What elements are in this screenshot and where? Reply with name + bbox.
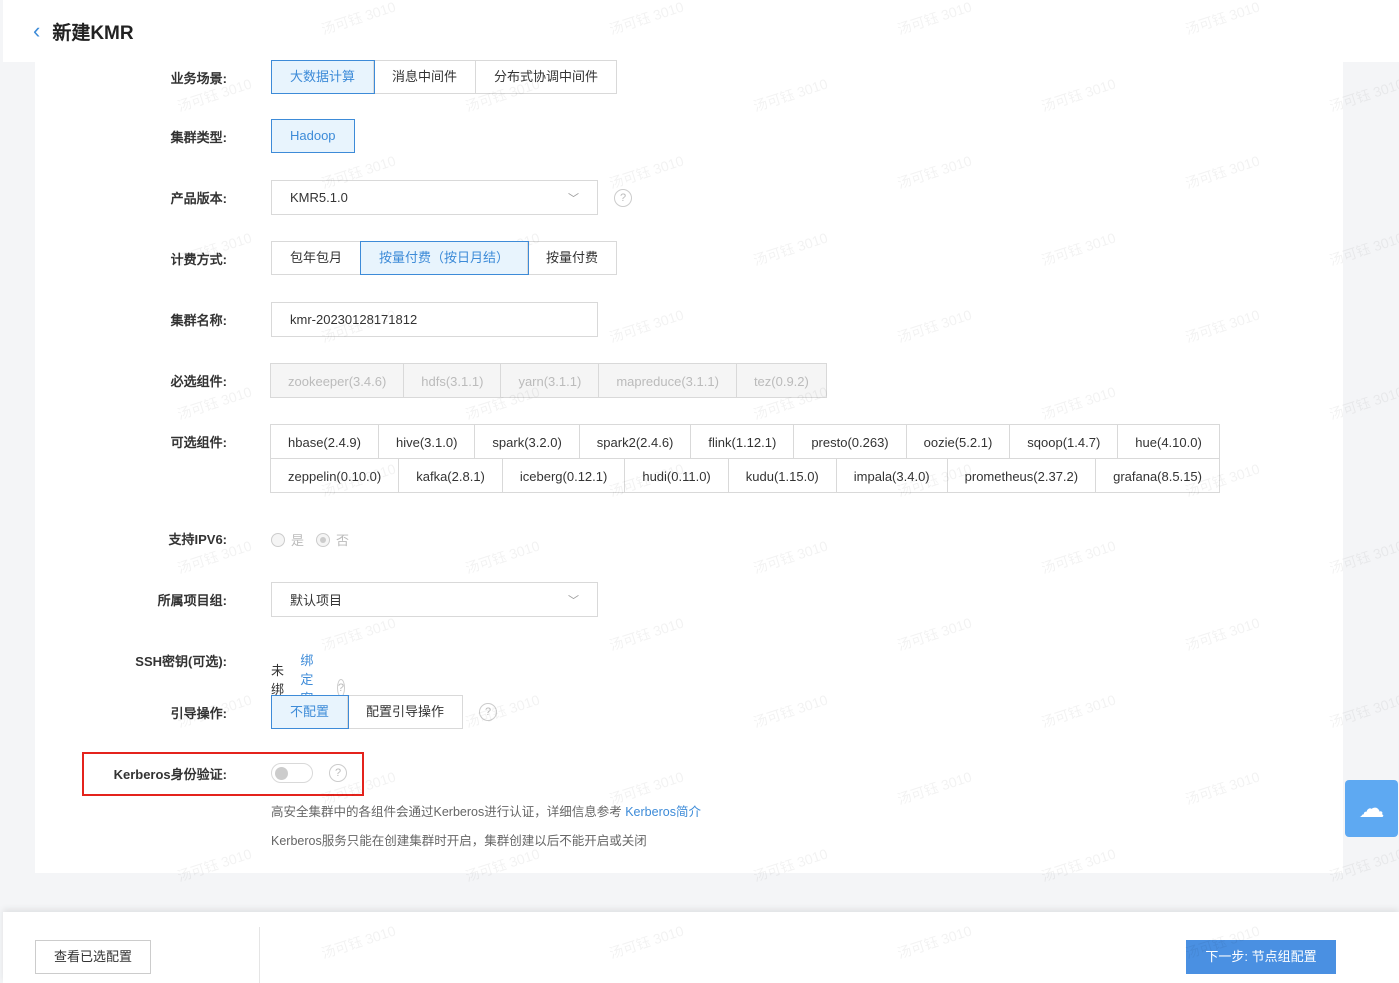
row-bootstrap: 引导操作: 不配置 配置引导操作 ? <box>35 695 498 729</box>
component-tag[interactable]: zeppelin(0.10.0) <box>270 458 400 493</box>
row-required: 必选组件: zookeeper(3.4.6) hdfs(3.1.1) yarn(3.… <box>35 363 827 398</box>
project-value: 默认项目 <box>290 593 343 608</box>
view-config-button[interactable]: 查看已选配置 <box>35 940 151 974</box>
scene-option[interactable]: 消息中间件 <box>374 61 477 93</box>
component-tag: tez(0.9.2) <box>735 363 827 398</box>
billing-selector: 包年包月 按量付费（按日月结） 按量付费 <box>271 241 618 275</box>
bootstrap-option[interactable]: 配置引导操作 <box>348 696 462 728</box>
component-tag[interactable]: hue(4.10.0) <box>1117 424 1220 459</box>
component-tag: hdfs(3.1.1) <box>403 363 502 398</box>
version-value: KMR5.1.0 <box>290 190 348 205</box>
back-icon[interactable]: ‹ <box>33 18 40 44</box>
component-tag: zookeeper(3.4.6) <box>270 363 405 398</box>
bootstrap-selector: 不配置 配置引导操作 <box>270 695 464 729</box>
cluster-type-selector: Hadoop <box>271 119 355 153</box>
row-version: 产品版本: KMR5.1.0 ﹀ ? <box>35 180 632 215</box>
billing-option[interactable]: 按量付费 <box>528 242 616 274</box>
component-tag[interactable]: flink(1.12.1) <box>690 424 795 459</box>
component-tag[interactable]: impala(3.4.0) <box>835 458 948 493</box>
ipv6-yes-radio[interactable]: 是 <box>271 530 304 549</box>
label: 产品版本: <box>170 191 227 206</box>
scene-option[interactable]: 大数据计算 <box>270 60 376 94</box>
row-ssh: SSH密钥(可选): 未绑定 绑定密钥 ? <box>35 650 346 725</box>
radio-label: 否 <box>336 533 350 548</box>
chevron-down-icon: ﹀ <box>568 594 579 607</box>
component-tag[interactable]: sqoop(1.4.7) <box>1009 424 1119 459</box>
help-icon[interactable]: ? <box>614 188 632 207</box>
component-tag[interactable]: presto(0.263) <box>793 424 907 459</box>
component-tag[interactable]: kafka(2.8.1) <box>398 458 503 493</box>
project-select[interactable]: 默认项目 ﹀ <box>271 582 598 617</box>
component-tag: mapreduce(3.1.1) <box>598 363 737 398</box>
note-text: 高安全集群中的各组件会通过Kerberos进行认证，详细信息参考 <box>271 805 622 819</box>
footer: 查看已选配置 下一步: 节点组配置 <box>3 912 1399 983</box>
component-tag[interactable]: spark2(2.4.6) <box>578 424 692 459</box>
row-scene: 业务场景: 大数据计算 消息中间件 分布式协调中间件 <box>35 60 618 94</box>
component-tag: yarn(3.1.1) <box>500 363 600 398</box>
row-ipv6: 支持IPV6: 是 否 <box>35 528 349 549</box>
highlight-box <box>82 752 364 796</box>
component-tag[interactable]: grafana(8.5.15) <box>1095 458 1220 493</box>
component-tag[interactable]: prometheus(2.37.2) <box>946 458 1097 493</box>
scene-option[interactable]: 分布式协调中间件 <box>476 61 616 93</box>
chevron-down-icon: ﹀ <box>568 192 579 205</box>
billing-option[interactable]: 按量付费（按日月结） <box>360 241 530 275</box>
kerberos-note-2: Kerberos服务只能在创建集群时开启，集群创建以后不能开启或关闭 <box>271 834 647 848</box>
label: 计费方式: <box>170 252 227 267</box>
help-icon[interactable]: ? <box>479 703 498 721</box>
kerberos-note: 高安全集群中的各组件会通过Kerberos进行认证，详细信息参考 Kerbero… <box>271 801 701 820</box>
ipv6-no-radio[interactable]: 否 <box>316 530 349 549</box>
label: 支持IPV6: <box>168 531 227 547</box>
label: 必选组件: <box>170 374 227 389</box>
label: 业务场景: <box>170 70 227 86</box>
support-cloud-icon[interactable]: ☁ <box>1345 780 1398 837</box>
label: 集群名称: <box>170 313 227 328</box>
component-tag[interactable]: oozie(5.2.1) <box>905 424 1011 459</box>
row-billing: 计费方式: 包年包月 按量付费（按日月结） 按量付费 <box>35 241 618 276</box>
row-project: 所属项目组: 默认项目 ﹀ <box>35 582 598 617</box>
radio-label: 是 <box>291 533 305 548</box>
kerberos-intro-link[interactable]: Kerberos简介 <box>625 805 701 819</box>
component-tag[interactable]: hudi(0.11.0) <box>624 458 729 493</box>
scene-selector: 大数据计算 消息中间件 分布式协调中间件 <box>270 60 618 94</box>
component-tag[interactable]: hbase(2.4.9) <box>270 424 379 459</box>
label: 集群类型: <box>170 129 227 145</box>
label: 所属项目组: <box>157 593 227 608</box>
bootstrap-option[interactable]: 不配置 <box>270 695 350 729</box>
optional-components-row1: hbase(2.4.9) hive(3.1.0) spark(3.2.0) spark… <box>270 424 1220 459</box>
row-name: 集群名称: kmr-20230128171812 <box>35 302 598 337</box>
divider <box>259 927 260 983</box>
component-tag[interactable]: iceberg(0.12.1) <box>501 458 626 493</box>
component-tag[interactable]: kudu(1.15.0) <box>727 458 837 493</box>
version-select[interactable]: KMR5.1.0 ﹀ <box>271 180 598 215</box>
required-components: zookeeper(3.4.6) hdfs(3.1.1) yarn(3.1.1) ma… <box>270 363 827 398</box>
component-tag[interactable]: hive(3.1.0) <box>378 424 476 459</box>
cluster-name-input[interactable]: kmr-20230128171812 <box>271 302 598 337</box>
label: 可选组件: <box>170 435 227 450</box>
cluster-type-option[interactable]: Hadoop <box>271 119 355 153</box>
component-tag[interactable]: spark(3.2.0) <box>474 424 580 459</box>
label: SSH密钥(可选): <box>135 653 227 669</box>
row-cluster-type: 集群类型: Hadoop <box>35 119 355 153</box>
billing-option[interactable]: 包年包月 <box>272 242 362 274</box>
row-optional: 可选组件: hbase(2.4.9) hive(3.1.0) spark(3.2.0… <box>35 424 1220 493</box>
optional-components-row2: zeppelin(0.10.0) kafka(2.8.1) iceberg(0.12… <box>270 458 1220 493</box>
page-title: 新建KMR <box>52 22 134 44</box>
next-step-button[interactable]: 下一步: 节点组配置 <box>1186 940 1336 974</box>
label: 引导操作: <box>170 705 227 721</box>
page-header: ‹ 新建KMR <box>3 0 1399 62</box>
